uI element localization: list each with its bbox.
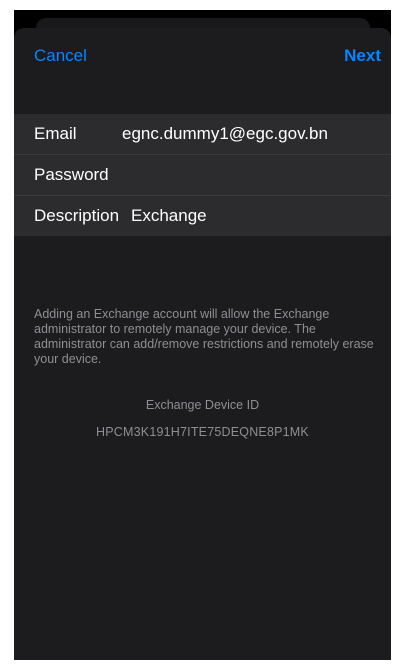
device-screen: Cancel Next Email egnc.dummy1@egc.gov.bn… [14,10,391,660]
navigation-bar: Cancel Next [14,46,391,68]
account-setup-sheet: Cancel Next Email egnc.dummy1@egc.gov.bn… [14,28,391,660]
device-id-value: HPCM3K191H7ITE75DEQNE8P1MK [96,425,309,439]
email-row[interactable]: Email egnc.dummy1@egc.gov.bn [14,114,391,155]
description-label: Description [34,206,120,225]
password-row[interactable]: Password [14,155,391,196]
device-id-title: Exchange Device ID [145,398,260,412]
exchange-disclaimer: Adding an Exchange account will allow th… [34,307,374,366]
next-button[interactable]: Next [344,46,381,66]
account-form: Email egnc.dummy1@egc.gov.bn Password De… [14,114,391,236]
cancel-button[interactable]: Cancel [34,46,87,66]
description-row[interactable]: Description Exchange [14,196,391,236]
email-field[interactable]: egnc.dummy1@egc.gov.bn [122,124,328,144]
email-label: Email [34,124,77,143]
description-field[interactable]: Exchange [131,206,207,226]
password-label: Password [34,165,109,184]
